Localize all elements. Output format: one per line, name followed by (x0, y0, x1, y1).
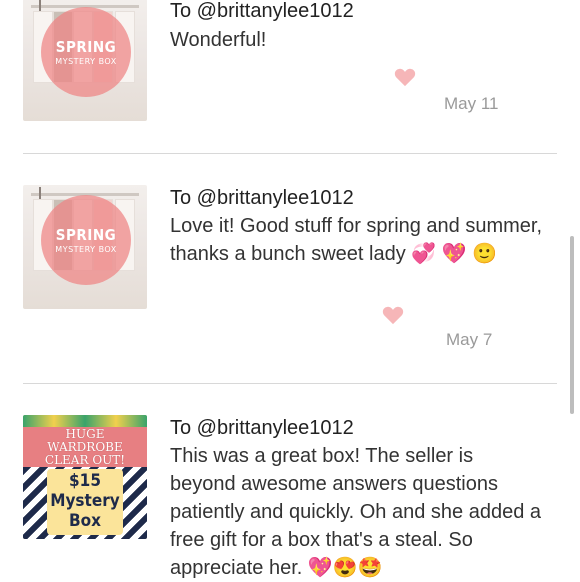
review-message: Love it! Good stuff for spring and summe… (170, 215, 543, 265)
review-recipient[interactable]: To @brittanylee1012 (170, 184, 354, 212)
badge-subtitle: MYSTERY BOX (55, 57, 117, 66)
listing-thumbnail[interactable]: SPRING MYSTERY BOX (23, 0, 147, 121)
box-price: $15 (69, 471, 101, 491)
badge-title: SPRING (55, 226, 117, 244)
heart-icon[interactable] (394, 67, 416, 87)
heart-icon[interactable] (382, 305, 404, 325)
badge-title: SPRING (55, 38, 117, 56)
spring-badge: SPRING MYSTERY BOX (41, 195, 131, 285)
review-date: May 11 (444, 94, 499, 113)
divider (23, 153, 557, 154)
box-banner: HUGE WARDROBE CLEAR OUT! (23, 427, 147, 468)
review-recipient[interactable]: To @brittanylee1012 (170, 0, 354, 25)
review-recipient[interactable]: To @brittanylee1012 (170, 414, 354, 442)
box-card: $15 Mystery Box (47, 469, 123, 535)
review-message: This was a great box! The seller is beyo… (170, 445, 541, 579)
badge-subtitle: MYSTERY BOX (55, 245, 117, 254)
spring-badge: SPRING MYSTERY BOX (41, 7, 131, 97)
review-message: Wonderful! (170, 29, 267, 51)
listing-thumbnail[interactable]: SPRING MYSTERY BOX (23, 185, 147, 309)
scrollbar[interactable] (570, 236, 574, 414)
divider (23, 383, 557, 384)
review-date: May 7 (446, 330, 493, 349)
listing-thumbnail[interactable]: HUGE WARDROBE CLEAR OUT! $15 Mystery Box (23, 415, 147, 539)
